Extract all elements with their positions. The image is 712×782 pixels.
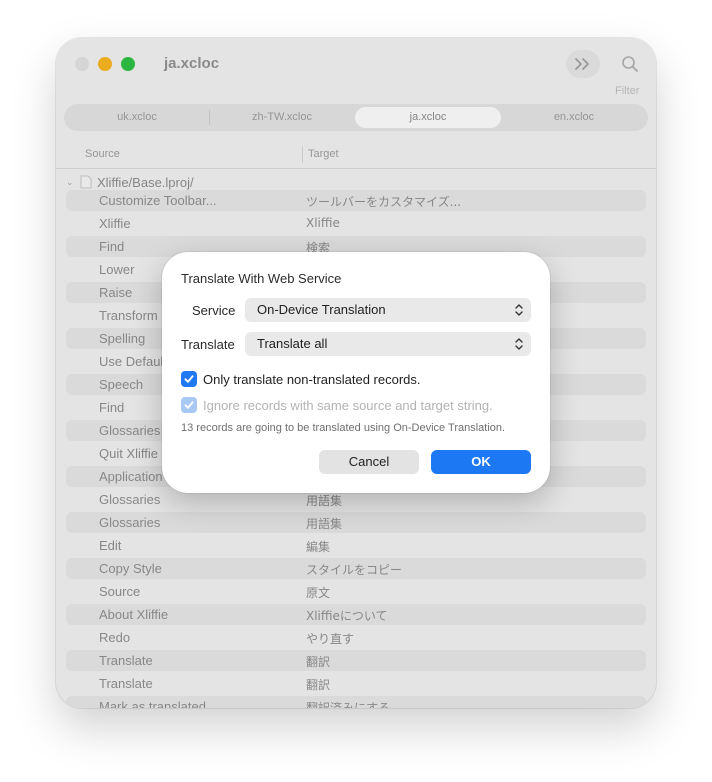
only-non-translated-option[interactable]: Only translate non-translated records.	[181, 370, 421, 388]
popup-arrows-icon	[515, 304, 523, 316]
service-value: On-Device Translation	[257, 302, 386, 317]
ignore-same-label: Ignore records with same source and targ…	[203, 397, 493, 413]
ignore-same-option: Ignore records with same source and targ…	[181, 396, 493, 414]
translate-label: Translate	[181, 337, 235, 352]
translate-popup[interactable]: Translate all	[245, 332, 531, 356]
ok-button[interactable]: OK	[431, 450, 531, 474]
service-popup[interactable]: On-Device Translation	[245, 298, 531, 322]
translate-value: Translate all	[257, 336, 328, 351]
only-non-translated-label: Only translate non-translated records.	[203, 371, 421, 387]
ignore-same-checkbox	[181, 397, 197, 413]
dialog-title: Translate With Web Service	[181, 271, 342, 286]
checkmark-icon	[184, 401, 194, 409]
popup-arrows-icon	[515, 338, 523, 350]
service-label: Service	[192, 303, 236, 318]
translate-dialog: Translate With Web Service Service On-De…	[162, 252, 550, 493]
checkmark-icon	[184, 375, 194, 383]
only-non-translated-checkbox[interactable]	[181, 371, 197, 387]
translation-info-text: 13 records are going to be translated us…	[181, 422, 506, 434]
cancel-button[interactable]: Cancel	[319, 450, 419, 474]
